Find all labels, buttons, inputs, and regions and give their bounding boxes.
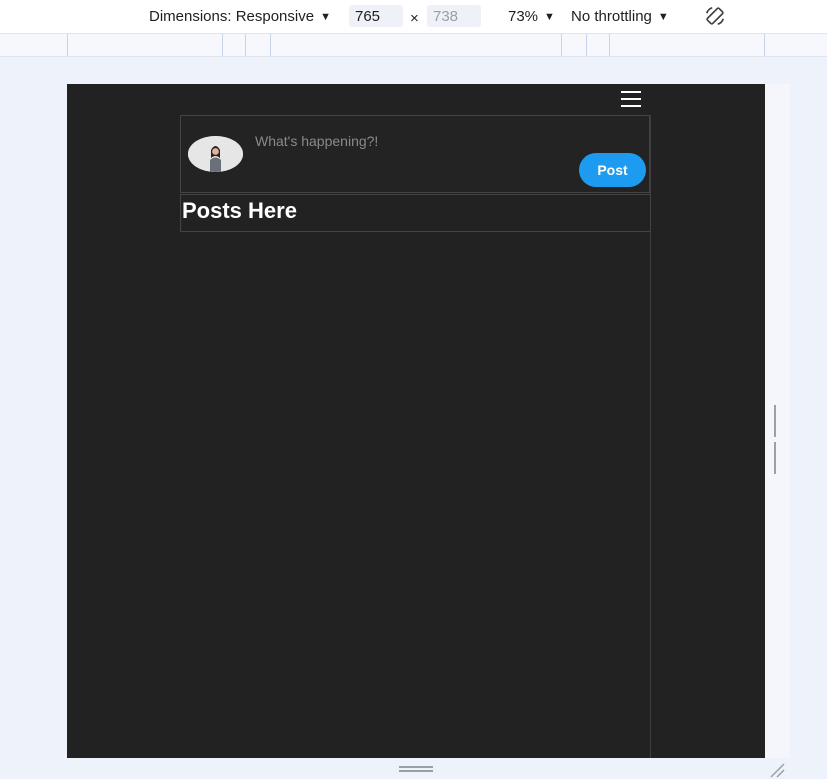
width-input[interactable] <box>349 5 403 27</box>
bottom-resize-handle[interactable] <box>399 766 433 774</box>
dimensions-dropdown[interactable]: Dimensions: Responsive ▼ <box>149 8 331 25</box>
device-viewport: Post Posts Here <box>67 84 765 758</box>
chevron-down-icon: ▼ <box>657 10 669 23</box>
whats-happening-input[interactable] <box>253 130 557 152</box>
tweet-composer: Post <box>180 115 650 193</box>
user-avatar-icon <box>188 136 243 172</box>
corner-resize-icon[interactable] <box>769 762 785 778</box>
media-query-marker[interactable] <box>245 34 246 56</box>
times-separator: × <box>410 10 419 27</box>
zoom-label: 73% <box>508 8 539 25</box>
chevron-down-icon: ▼ <box>544 10 555 23</box>
media-query-marker[interactable] <box>270 34 271 56</box>
media-query-marker[interactable] <box>67 34 68 56</box>
throttling-dropdown[interactable]: No throttling ▼ <box>571 8 669 25</box>
dimensions-label: Dimensions: Responsive <box>149 8 315 25</box>
media-query-marker[interactable] <box>609 34 610 56</box>
media-query-bar <box>0 33 827 57</box>
height-input[interactable] <box>427 5 481 27</box>
hamburger-menu-icon[interactable] <box>619 88 643 110</box>
avatar <box>188 136 243 172</box>
media-query-marker[interactable] <box>561 34 562 56</box>
right-resize-handle[interactable] <box>774 405 781 474</box>
zoom-dropdown[interactable]: 73% ▼ <box>508 8 555 25</box>
media-query-marker[interactable] <box>586 34 587 56</box>
media-query-marker[interactable] <box>764 34 765 56</box>
device-toolbar: Dimensions: Responsive ▼ × 73% ▼ No thro… <box>0 0 827 33</box>
throttling-label: No throttling <box>571 8 652 25</box>
chevron-down-icon: ▼ <box>320 10 331 23</box>
post-button[interactable]: Post <box>579 153 646 187</box>
rotate-icon[interactable] <box>704 5 726 27</box>
posts-heading: Posts Here <box>182 198 297 223</box>
media-query-marker[interactable] <box>222 34 223 56</box>
posts-section: Posts Here <box>180 194 651 232</box>
